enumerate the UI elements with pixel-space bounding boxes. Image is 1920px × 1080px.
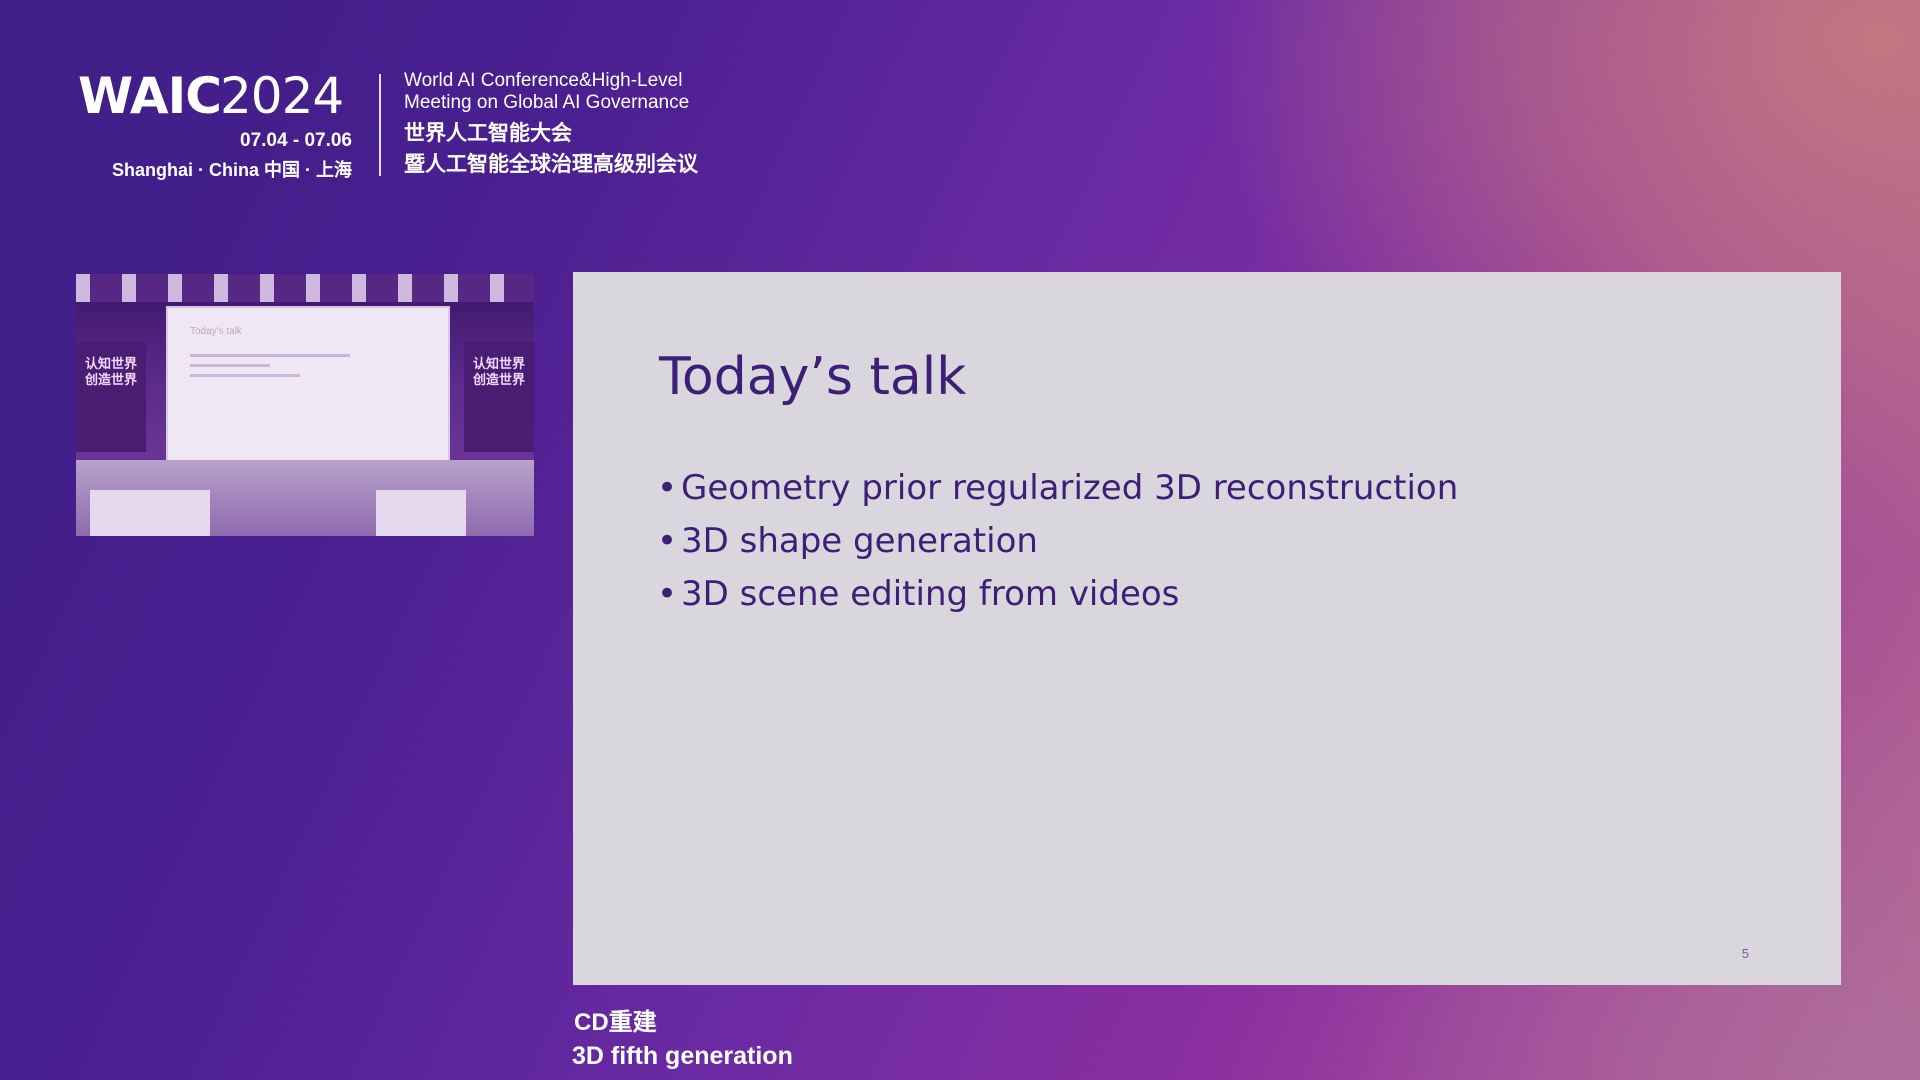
conference-name: World AI Conference&High-Level Meeting o…: [404, 70, 698, 180]
event-location: Shanghai · China 中国 · 上海: [111, 160, 352, 180]
venue-screen-title: Today's talk: [190, 326, 242, 337]
ceiling-lights: [76, 274, 534, 302]
waic-logo: WAIC 2024 07.04 - 07.06 Shanghai · China…: [78, 68, 358, 180]
venue-projection-screen: Today's talk: [166, 306, 450, 466]
venue-stage: [76, 460, 534, 536]
venue-banner-right-text: 认知世界 创造世界: [472, 356, 525, 387]
venue-screen-bullet-line: [190, 364, 270, 367]
venue-screen-bullet-line: [190, 354, 350, 357]
event-dates: 07.04 - 07.06: [240, 130, 352, 151]
subtitle-chinese: CD重建: [574, 1009, 657, 1036]
slide-bullet-text: Geometry prior regularized 3D reconstruc…: [681, 468, 1459, 508]
header-divider: [379, 74, 381, 176]
stage-table: [90, 490, 210, 536]
slide-title: Today’s talk: [659, 347, 967, 407]
presentation-slide: Today’s talk • Geometry prior regularized…: [573, 272, 1841, 985]
slide-bullet-text: 3D shape generation: [681, 521, 1038, 561]
conference-name-cn-line1: 世界人工智能大会: [404, 122, 572, 145]
bullet-dot-icon: •: [657, 468, 678, 508]
bullet-dot-icon: •: [657, 574, 678, 614]
logo-word: WAIC: [78, 67, 222, 125]
venue-banner-left-text: 认知世界 创造世界: [84, 356, 137, 387]
slide-bullet: • 3D shape generation: [657, 515, 1458, 568]
venue-banner-right: 认知世界 创造世界: [464, 342, 534, 452]
conference-name-en-line1: World AI Conference&High-Level: [404, 70, 683, 91]
bullet-dot-icon: •: [657, 521, 678, 561]
venue-banner-left: 认知世界 创造世界: [76, 342, 146, 452]
conference-name-cn-line2: 暨人工智能全球治理高级别会议: [404, 153, 698, 176]
venue-screen-bullet-line: [190, 374, 300, 377]
venue-camera-feed: 认知世界 创造世界 认知世界 创造世界 Today's talk: [76, 274, 534, 536]
slide-bullet: • 3D scene editing from videos: [657, 568, 1458, 621]
stage-table: [376, 490, 466, 536]
conference-name-en-line2: Meeting on Global AI Governance: [404, 92, 690, 113]
logo-year: 2024: [220, 67, 344, 125]
slide-bullet-list: • Geometry prior regularized 3D reconstru…: [657, 462, 1458, 621]
slide-page-number: 5: [1741, 946, 1749, 961]
subtitle-english: 3D fifth generation: [572, 1042, 793, 1070]
slide-bullet-text: 3D scene editing from videos: [681, 574, 1180, 614]
slide-bullet: • Geometry prior regularized 3D reconstru…: [657, 462, 1458, 515]
